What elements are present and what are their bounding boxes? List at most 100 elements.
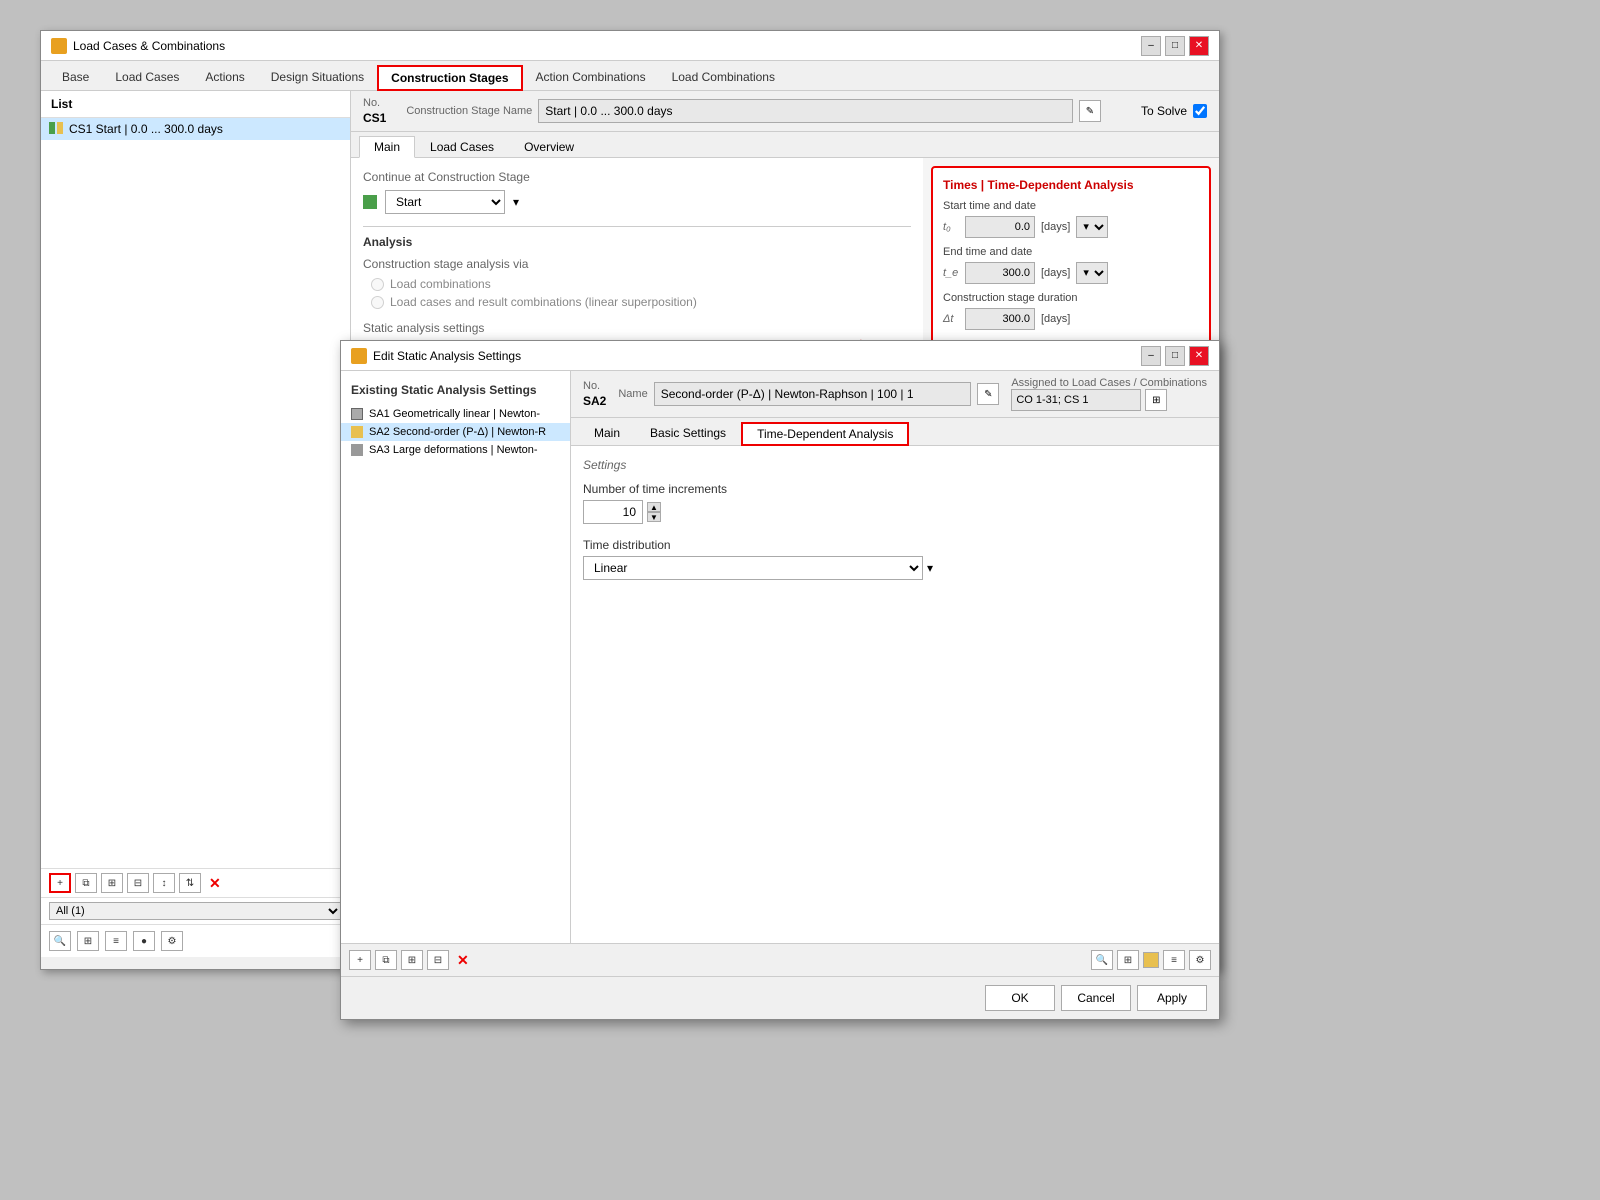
tool4-button[interactable]: ● xyxy=(133,931,155,951)
app-icon xyxy=(51,38,67,54)
dialog-left-panel: Existing Static Analysis Settings SA1 Ge… xyxy=(341,371,571,943)
start-time-label: Start time and date xyxy=(943,200,1199,212)
radio-load-combinations[interactable] xyxy=(371,278,384,291)
tab-main[interactable]: Main xyxy=(359,136,415,158)
dialog-left-header: Existing Static Analysis Settings xyxy=(341,379,570,401)
tab-overview[interactable]: Overview xyxy=(509,136,589,157)
radio-row-1: Load combinations xyxy=(363,277,911,291)
tool2-button[interactable]: ⊞ xyxy=(77,931,99,951)
spin-up-button[interactable]: ▲ xyxy=(647,502,661,512)
dialog-tab-time-dependent[interactable]: Time-Dependent Analysis xyxy=(741,422,909,446)
spin-down-button[interactable]: ▼ xyxy=(647,512,661,522)
tab-action-combinations[interactable]: Action Combinations xyxy=(523,65,659,90)
tool3-button[interactable]: ≡ xyxy=(105,931,127,951)
sa3-item[interactable]: SA3 Large deformations | Newton- xyxy=(341,441,570,459)
toggle1-button[interactable]: ⊞ xyxy=(101,873,123,893)
radio-load-cases[interactable] xyxy=(371,296,384,309)
tab-load-cases[interactable]: Load Cases xyxy=(102,65,192,90)
main-window-title: Load Cases & Combinations xyxy=(73,39,225,53)
duration-row: Δt [days] xyxy=(943,308,1199,330)
inner-tab-bar: Main Load Cases Overview xyxy=(351,132,1219,158)
dialog-minimize[interactable]: – xyxy=(1141,346,1161,366)
dialog-toggle1-button[interactable]: ⊞ xyxy=(401,950,423,970)
cs-name-label-group: Construction Stage Name xyxy=(406,105,532,117)
num-incr-input[interactable] xyxy=(583,500,643,524)
dialog-add-button[interactable]: + xyxy=(349,950,371,970)
end-time-label: End time and date xyxy=(943,246,1199,258)
filter-select[interactable]: All (1) xyxy=(49,902,342,920)
sort2-button[interactable]: ⇅ xyxy=(179,873,201,893)
end-unit-select[interactable]: ▾ xyxy=(1076,262,1108,284)
radio-label-1: Load combinations xyxy=(390,277,491,291)
time-dist-row: Linear ▾ xyxy=(583,556,1207,580)
sa3-label: SA3 Large deformations | Newton- xyxy=(369,444,538,456)
sort1-button[interactable]: ↕ xyxy=(153,873,175,893)
cs-no-group: No. CS1 xyxy=(363,97,386,125)
dialog-tab-basic-settings[interactable]: Basic Settings xyxy=(635,422,741,445)
continue-select[interactable]: Start xyxy=(385,190,505,214)
cs-name-input[interactable] xyxy=(538,99,1073,123)
dialog-search-button[interactable]: 🔍 xyxy=(1091,950,1113,970)
minimize-button[interactable]: – xyxy=(1141,36,1161,56)
sa1-item[interactable]: SA1 Geometrically linear | Newton- xyxy=(341,405,570,423)
dialog-delete-button[interactable]: ✕ xyxy=(457,952,469,969)
dialog-close[interactable]: ✕ xyxy=(1189,346,1209,366)
titlebar-controls: – □ ✕ xyxy=(1141,36,1209,56)
dialog-name-input[interactable] xyxy=(654,382,972,406)
delete-cs-button[interactable]: ✕ xyxy=(209,875,221,892)
dialog-copy-button[interactable]: ⧉ xyxy=(375,950,397,970)
sa2-item[interactable]: SA2 Second-order (P-Δ) | Newton-R xyxy=(341,423,570,441)
tab-design-situations[interactable]: Design Situations xyxy=(258,65,377,90)
divider1 xyxy=(363,226,911,227)
duration-input[interactable] xyxy=(965,308,1035,330)
dialog-color-button[interactable] xyxy=(1143,952,1159,968)
end-time-input[interactable] xyxy=(965,262,1035,284)
apply-button[interactable]: Apply xyxy=(1137,985,1207,1011)
dialog-right-panel: No. SA2 Name ✎ Assigned to Load Cases / … xyxy=(571,371,1219,943)
dialog-assigned-input[interactable] xyxy=(1011,389,1141,411)
toggle2-button[interactable]: ⊟ xyxy=(127,873,149,893)
dialog-tab-main[interactable]: Main xyxy=(579,422,635,445)
dialog-settings-button[interactable]: ⚙ xyxy=(1189,950,1211,970)
main-tab-bar: Base Load Cases Actions Design Situation… xyxy=(41,61,1219,91)
dialog-footer: OK Cancel Apply xyxy=(341,976,1219,1019)
tab-load-cases-inner[interactable]: Load Cases xyxy=(415,136,509,157)
sa1-label: SA1 Geometrically linear | Newton- xyxy=(369,408,540,420)
tab-load-combinations[interactable]: Load Combinations xyxy=(659,65,788,90)
dialog-name-edit-btn[interactable]: ✎ xyxy=(977,383,999,405)
to-solve-checkbox[interactable] xyxy=(1193,104,1207,118)
dialog-toggle2-button[interactable]: ⊟ xyxy=(427,950,449,970)
main-titlebar: Load Cases & Combinations – □ ✕ xyxy=(41,31,1219,61)
start-unit-select[interactable]: ▾ xyxy=(1076,216,1108,238)
ok-button[interactable]: OK xyxy=(985,985,1055,1011)
maximize-button[interactable]: □ xyxy=(1165,36,1185,56)
dialog-no-label: No. xyxy=(583,380,606,392)
dialog-tool2-button[interactable]: ⊞ xyxy=(1117,950,1139,970)
tab-base[interactable]: Base xyxy=(49,65,102,90)
dialog-maximize[interactable]: □ xyxy=(1165,346,1185,366)
edit-static-analysis-dialog: Edit Static Analysis Settings – □ ✕ Exis… xyxy=(340,340,1220,1020)
duration-unit: [days] xyxy=(1041,313,1070,325)
start-unit: [days] xyxy=(1041,221,1070,233)
time-dist-select[interactable]: Linear xyxy=(583,556,923,580)
cs1-label: CS1 Start | 0.0 ... 300.0 days xyxy=(69,122,223,136)
search-tool-button[interactable]: 🔍 xyxy=(49,931,71,951)
start-time-row: t₀ [days] ▾ xyxy=(943,216,1199,238)
start-time-input[interactable] xyxy=(965,216,1035,238)
analysis-label: Analysis xyxy=(363,235,911,249)
add-cs-button[interactable]: + xyxy=(49,873,71,893)
dialog-assigned-edit-btn[interactable]: ⊞ xyxy=(1145,389,1167,411)
dialog-sort-button[interactable]: ≡ xyxy=(1163,950,1185,970)
sa2-label: SA2 Second-order (P-Δ) | Newton-R xyxy=(369,426,546,438)
copy-cs-button[interactable]: ⧉ xyxy=(75,873,97,893)
cancel-button[interactable]: Cancel xyxy=(1061,985,1131,1011)
cs-name-edit-button[interactable]: ✎ xyxy=(1079,100,1101,122)
end-sub-label: t_e xyxy=(943,267,959,279)
sa3-icon xyxy=(351,444,363,456)
tab-construction-stages[interactable]: Construction Stages xyxy=(377,65,522,91)
tab-actions[interactable]: Actions xyxy=(192,65,257,90)
tool5-button[interactable]: ⚙ xyxy=(161,931,183,951)
cs1-list-item[interactable]: CS1 Start | 0.0 ... 300.0 days xyxy=(41,118,350,140)
close-button[interactable]: ✕ xyxy=(1189,36,1209,56)
dialog-content: Existing Static Analysis Settings SA1 Ge… xyxy=(341,371,1219,1019)
